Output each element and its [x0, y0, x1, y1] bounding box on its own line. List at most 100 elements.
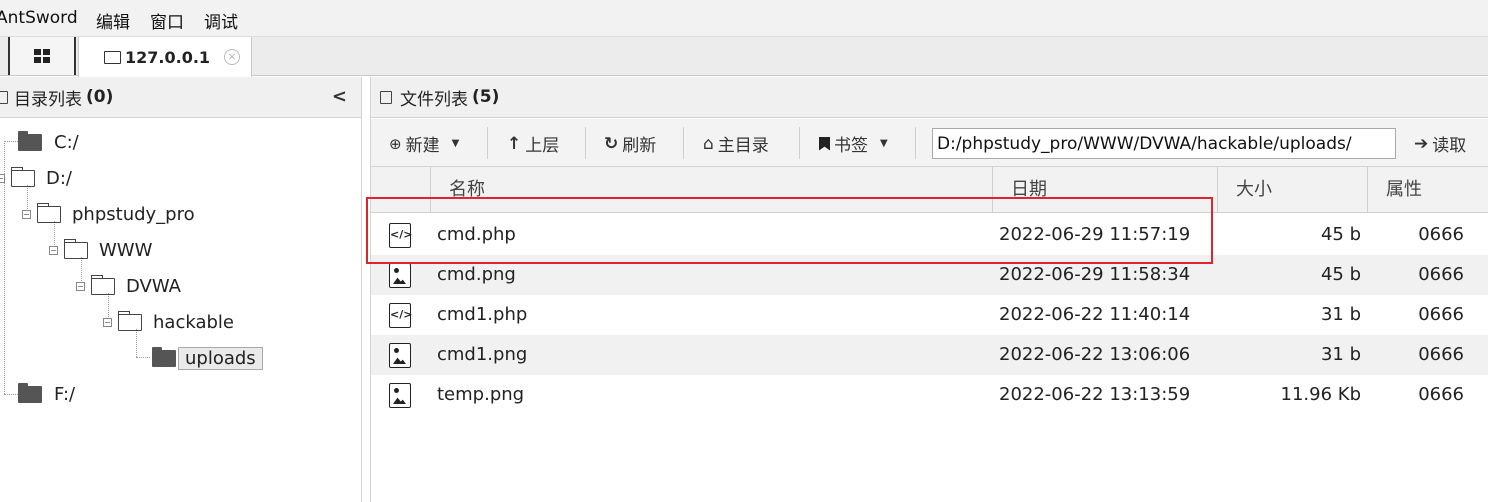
folder-icon: [152, 346, 176, 367]
tree-item-label: D:/: [46, 167, 72, 189]
tree-item-label: uploads: [178, 346, 263, 370]
tree-item-uploads[interactable]: uploads: [152, 344, 263, 372]
tree-item-c[interactable]: C:/: [18, 128, 79, 156]
file-size: 31 b: [1320, 344, 1361, 365]
up-button-label: 上层: [525, 136, 560, 156]
collapse-toggle-icon[interactable]: −: [0, 173, 5, 183]
table-row[interactable]: cmd1.png 2022-06-22 13:06:06 31 b 0666: [371, 335, 1488, 375]
tree-item-label: C:/: [54, 131, 79, 153]
tab-bar: 127.0.0.1 ×: [0, 37, 1488, 77]
file-name: cmd1.php: [437, 304, 528, 325]
bookmark-button-label: 书签: [834, 136, 868, 156]
image-file-icon: [389, 343, 411, 368]
folder-open-icon: [10, 166, 35, 187]
column-date[interactable]: 日期: [992, 167, 1217, 213]
tree-connector: [4, 394, 18, 395]
table-row[interactable]: temp.png 2022-06-22 13:13:59 11.96 Kb 06…: [371, 375, 1488, 415]
file-attributes: 0666: [1418, 384, 1464, 405]
tree-item-phpstudy-pro[interactable]: − phpstudy_pro: [22, 200, 195, 228]
tree-item-www[interactable]: − WWW: [49, 236, 152, 264]
refresh-button-label: 刷新: [622, 136, 657, 156]
toolbar-separator: [487, 127, 488, 159]
read-button[interactable]: ➔ 读取: [1414, 131, 1466, 157]
home-icon: ⌂: [703, 133, 714, 154]
column-name[interactable]: 名称: [430, 167, 992, 213]
tab-previous[interactable]: [0, 37, 10, 75]
table-row[interactable]: </> cmd.php 2022-06-29 11:57:19 45 b 066…: [371, 215, 1488, 255]
file-panel: 文件列表 (5) ⊕ 新建 ▼ ↑ 上层 ↻ 刷新 ⌂ 主目录 书签 ▼ D:/…: [370, 77, 1488, 502]
home-button[interactable]: ⌂ 主目录: [703, 131, 769, 157]
file-grid-header: 名称 日期 大小 属性: [371, 167, 1488, 213]
toolbar-separator: [683, 127, 684, 159]
path-input[interactable]: [932, 128, 1396, 159]
file-name: cmd.php: [437, 224, 516, 245]
file-attributes: 0666: [1418, 304, 1464, 325]
file-date: 2022-06-29 11:57:19: [999, 224, 1191, 245]
file-date: 2022-06-22 11:40:14: [999, 304, 1191, 325]
collapse-toggle-icon[interactable]: −: [49, 245, 58, 255]
plus-circle-icon: ⊕: [389, 134, 402, 153]
menu-antsword[interactable]: AntSword: [0, 8, 78, 28]
directory-panel: 目录列表 (0) < C:/ − D:/ − phpstudy_pro − WW…: [0, 77, 362, 502]
folder-open-icon: [36, 202, 61, 223]
code-file-icon: </>: [389, 303, 412, 328]
collapse-toggle-icon[interactable]: −: [103, 317, 112, 327]
refresh-button[interactable]: ↻ 刷新: [604, 131, 657, 157]
file-count: (5): [472, 87, 500, 107]
file-attributes: 0666: [1418, 224, 1464, 245]
code-file-icon: </>: [389, 223, 412, 248]
tree-item-label: hackable: [153, 311, 234, 333]
file-name: cmd1.png: [437, 344, 528, 365]
folder-open-icon: [117, 310, 142, 331]
tree-item-f[interactable]: F:/: [18, 380, 75, 408]
collapse-toggle-icon[interactable]: −: [76, 281, 85, 291]
tree-item-label: WWW: [99, 239, 153, 261]
tree-item-hackable[interactable]: − hackable: [103, 308, 234, 336]
file-size: 31 b: [1320, 304, 1361, 325]
file-date: 2022-06-22 13:06:06: [999, 344, 1191, 365]
collapse-toggle-icon[interactable]: −: [22, 209, 31, 219]
table-row[interactable]: </> cmd1.php 2022-06-22 11:40:14 31 b 06…: [371, 295, 1488, 335]
file-attributes: 0666: [1418, 344, 1464, 365]
folder-icon: [0, 90, 8, 104]
table-row[interactable]: cmd.png 2022-06-29 11:58:34 45 b 0666: [371, 255, 1488, 295]
tree-item-d[interactable]: − D:/: [0, 164, 72, 192]
menu-edit[interactable]: 编辑: [96, 8, 130, 33]
up-button[interactable]: ↑ 上层: [507, 131, 560, 157]
file-name: cmd.png: [437, 264, 516, 285]
file-attributes: 0666: [1418, 264, 1464, 285]
file-panel-header: 文件列表 (5): [371, 77, 1488, 118]
tab-host[interactable]: 127.0.0.1 ×: [78, 37, 252, 77]
arrow-right-icon: ➔: [1414, 133, 1429, 154]
new-button-label: 新建: [405, 136, 440, 156]
tree-item-label: DVWA: [126, 275, 181, 297]
file-name: temp.png: [437, 384, 525, 405]
column-size[interactable]: 大小: [1217, 167, 1367, 213]
directory-count: (0): [86, 87, 114, 107]
caret-down-icon: ▼: [451, 138, 460, 149]
tab-dashboard[interactable]: [10, 37, 76, 75]
menu-debug[interactable]: 调试: [204, 8, 238, 33]
image-file-icon: [389, 383, 411, 408]
folder-open-icon: [63, 238, 88, 259]
new-button[interactable]: ⊕ 新建 ▼: [389, 131, 460, 157]
home-button-label: 主目录: [717, 136, 769, 156]
close-icon[interactable]: ×: [224, 49, 241, 65]
file-size: 45 b: [1320, 264, 1361, 285]
bookmark-button[interactable]: 书签 ▼: [819, 131, 888, 156]
collapse-icon[interactable]: <: [332, 86, 347, 107]
file-size: 11.96 Kb: [1280, 384, 1361, 405]
toolbar-separator: [915, 127, 916, 159]
grid-icon: [34, 49, 50, 63]
tree-connector: [136, 357, 150, 358]
tree-item-label: F:/: [54, 383, 76, 405]
toolbar-separator: [585, 127, 586, 159]
file-panel-title: 文件列表: [400, 89, 468, 110]
tree-connector: [4, 141, 18, 142]
caret-down-icon: ▼: [880, 138, 888, 149]
column-attributes[interactable]: 属性: [1367, 167, 1488, 213]
bookmark-icon: [819, 136, 830, 151]
file-icon: [380, 90, 392, 104]
menu-window[interactable]: 窗口: [150, 8, 184, 33]
tree-item-dvwa[interactable]: − DVWA: [76, 272, 181, 300]
